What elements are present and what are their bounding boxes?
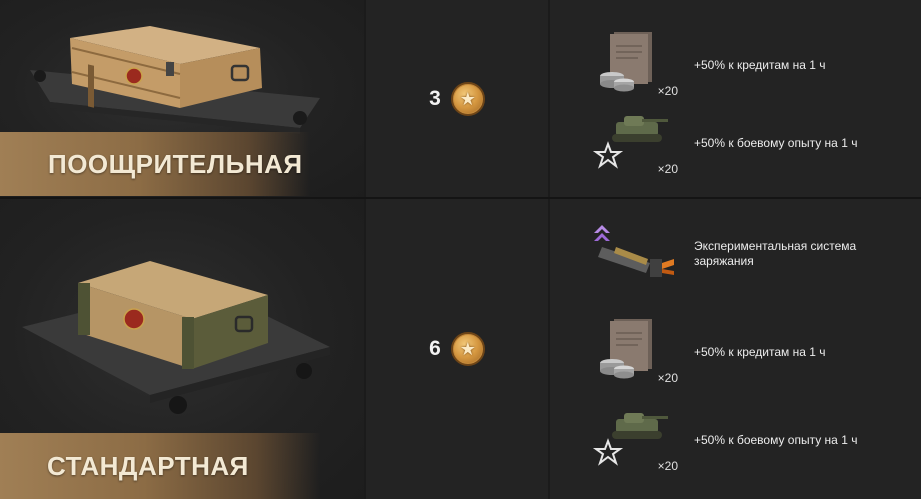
rewards-cell: Экспериментальная система заряжания ×20 xyxy=(550,199,921,499)
crate-price: 6 ★ xyxy=(429,332,485,366)
reward-item: ×20 +50% к кредитам на 1 ч xyxy=(588,317,826,387)
credits-booster-icon: ×20 xyxy=(588,317,680,387)
combat-xp-booster-icon: ×20 xyxy=(588,108,680,178)
reward-description: +50% к кредитам на 1 ч xyxy=(694,344,826,359)
bond-coin-icon: ★ xyxy=(450,82,485,116)
reward-multiplier: ×20 xyxy=(657,371,678,385)
crate-name-banner: ПООЩРИТЕЛЬНАЯ xyxy=(0,132,310,196)
crate-name: ПООЩРИТЕЛЬНАЯ xyxy=(48,148,303,179)
experimental-loading-system-icon xyxy=(588,219,680,289)
crate-name-banner: СТАНДАРТНАЯ xyxy=(0,433,320,499)
reward-item: ×20 +50% к кредитам на 1 ч xyxy=(588,30,826,100)
reward-item: ×20 +50% к боевому опыту на 1 ч xyxy=(588,108,857,178)
crate-image-cell: ПООЩРИТЕЛЬНАЯ xyxy=(0,0,364,198)
combat-xp-booster-icon: ×20 xyxy=(588,405,680,475)
reward-multiplier: ×20 xyxy=(657,84,678,98)
reward-description: Экспериментальная система заряжания xyxy=(694,239,857,268)
reward-description: +50% к боевому опыту на 1 ч xyxy=(694,432,858,447)
crate-price-cell: 6 ★ xyxy=(366,199,548,499)
crate-row-standard: СТАНДАРТНАЯ 6 ★ Экспериментальная систем… xyxy=(0,199,921,499)
reward-item: Экспериментальная система заряжания xyxy=(588,219,864,289)
price-value: 6 xyxy=(429,337,441,360)
crate-price-cell: 3 ★ xyxy=(366,0,548,198)
price-value: 3 xyxy=(429,87,441,110)
reward-item: ×20 +50% к боевому опыту на 1 ч xyxy=(588,405,857,475)
crate-image-cell: СТАНДАРТНАЯ xyxy=(0,199,364,499)
rewards-cell: ×20 +50% к кредитам на 1 ч ×20 +50% к бо… xyxy=(550,0,921,198)
reward-description: +50% к кредитам на 1 ч xyxy=(694,57,826,72)
reward-multiplier: ×20 xyxy=(657,459,678,473)
crate-row-incentive: ПООЩРИТЕЛЬНАЯ 3 ★ ×20 +50% к кредитам на… xyxy=(0,0,921,198)
crate-name: СТАНДАРТНАЯ xyxy=(47,450,249,481)
bond-coin-icon: ★ xyxy=(450,332,485,366)
crate-price: 3 ★ xyxy=(429,82,485,116)
reward-description: +50% к боевому опыту на 1 ч xyxy=(694,135,858,150)
reward-multiplier: ×20 xyxy=(657,162,678,176)
credits-booster-icon: ×20 xyxy=(588,30,680,100)
